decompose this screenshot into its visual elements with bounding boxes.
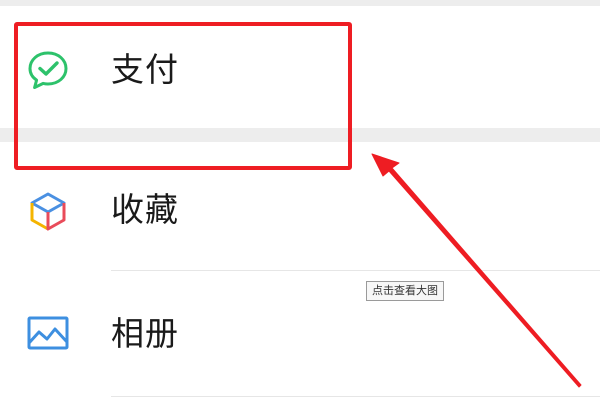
view-large-image-tooltip: 点击查看大图: [366, 281, 444, 301]
row-divider: [111, 270, 600, 271]
wechat-pay-icon: [26, 48, 70, 92]
album-picture-icon: [26, 310, 70, 354]
menu-item-favorites[interactable]: 收藏: [0, 142, 600, 270]
menu-item-label: 相册: [111, 314, 179, 353]
menu-item-label: 收藏: [111, 190, 179, 229]
wechat-me-menu: 支付 收藏 相册 点击查看大图: [0, 0, 600, 400]
group-separator: [0, 128, 600, 142]
menu-item-label: 支付: [111, 50, 179, 89]
row-divider: [111, 396, 600, 397]
menu-item-album[interactable]: 相册: [0, 272, 600, 396]
menu-item-pay[interactable]: 支付: [0, 6, 600, 128]
favorites-cube-icon: [26, 189, 70, 233]
